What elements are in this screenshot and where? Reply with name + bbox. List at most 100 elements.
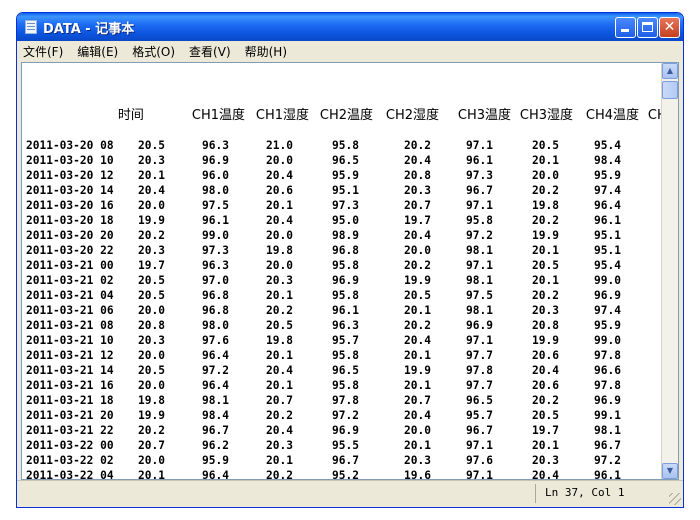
cell-ch4-humidity: 95.9 bbox=[594, 319, 621, 332]
cell-ch3-temp: 20.0 bbox=[404, 424, 431, 437]
cell-time: 2011-03-21 20 bbox=[26, 409, 114, 422]
cell-ch3-temp: 19.9 bbox=[404, 364, 431, 377]
cell-ch4-humidity: 98.4 bbox=[594, 154, 621, 167]
cell-ch3-temp: 20.2 bbox=[404, 259, 431, 272]
cell-ch2-temp: 20.6 bbox=[266, 184, 293, 197]
cell-time: 2011-03-20 22 bbox=[26, 244, 114, 257]
minimize-button[interactable] bbox=[615, 17, 636, 38]
cell-ch4-temp: 20.0 bbox=[532, 169, 559, 182]
table-row: 2011-03-21 04 20.5 96.8 20.1 95.8 20.5 97.5 20.… bbox=[26, 288, 656, 303]
cell-ch3-temp: 20.5 bbox=[404, 289, 431, 302]
cell-ch2-humidity: 96.1 bbox=[332, 304, 359, 317]
cell-ch2-humidity: 95.8 bbox=[332, 349, 359, 362]
cell-ch2-temp: 19.8 bbox=[266, 334, 293, 347]
text-editor[interactable]: 时间CH1温度CH1湿度CH2温度CH2湿度CH3温度CH3湿度CH4温度CH4… bbox=[21, 62, 679, 480]
menu-help[interactable]: 帮助(H) bbox=[245, 43, 287, 60]
cell-time: 2011-03-20 14 bbox=[26, 184, 114, 197]
cell-ch3-temp: 20.1 bbox=[404, 379, 431, 392]
cell-ch3-temp: 20.1 bbox=[404, 304, 431, 317]
cell-ch3-humidity: 96.5 bbox=[466, 394, 493, 407]
header-ch4-temp: CH4温度 bbox=[585, 108, 640, 123]
cell-ch2-humidity: 96.3 bbox=[332, 319, 359, 332]
cell-ch2-temp: 20.1 bbox=[266, 454, 293, 467]
cell-ch2-humidity: 95.0 bbox=[332, 214, 359, 227]
cell-ch3-temp: 20.4 bbox=[404, 409, 431, 422]
cell-ch1-temp: 20.0 bbox=[138, 199, 165, 212]
menu-file[interactable]: 文件(F) bbox=[23, 43, 63, 60]
menu-bar: 文件(F) 编辑(E) 格式(O) 查看(V) 帮助(H) bbox=[17, 41, 683, 61]
cell-ch2-temp: 20.0 bbox=[266, 259, 293, 272]
scroll-up-button[interactable]: ▲ bbox=[662, 63, 678, 79]
cell-ch4-temp: 19.9 bbox=[532, 229, 559, 242]
cell-ch4-humidity: 95.1 bbox=[594, 244, 621, 257]
cell-ch2-humidity: 96.5 bbox=[332, 364, 359, 377]
cell-ch3-humidity: 97.1 bbox=[466, 259, 493, 272]
cell-ch2-humidity: 97.3 bbox=[332, 199, 359, 212]
cell-ch1-temp: 20.2 bbox=[138, 424, 165, 437]
table-row: 2011-03-20 12 20.1 96.0 20.4 95.9 20.8 97.3 20.… bbox=[26, 168, 656, 183]
cell-ch3-temp: 20.4 bbox=[404, 229, 431, 242]
cell-ch2-temp: 20.4 bbox=[266, 364, 293, 377]
maximize-button[interactable] bbox=[637, 17, 658, 38]
title-bar[interactable]: DATA - 记事本 ✕ bbox=[17, 13, 683, 41]
cell-ch4-temp: 19.9 bbox=[532, 334, 559, 347]
cell-ch1-temp: 20.2 bbox=[138, 229, 165, 242]
vertical-scrollbar[interactable]: ▲ ▼ bbox=[661, 63, 678, 479]
cell-ch2-temp: 20.4 bbox=[266, 169, 293, 182]
table-row: 2011-03-20 16 20.0 97.5 20.1 97.3 20.7 97.1 19.… bbox=[26, 198, 656, 213]
cell-ch1-humidity: 99.0 bbox=[202, 229, 229, 242]
cell-ch2-temp: 20.0 bbox=[266, 229, 293, 242]
cell-ch1-humidity: 98.0 bbox=[202, 319, 229, 332]
cell-ch2-humidity: 95.2 bbox=[332, 469, 359, 480]
cell-ch3-humidity: 97.6 bbox=[466, 454, 493, 467]
window-title: DATA - 记事本 bbox=[43, 22, 135, 37]
table-row: 2011-03-21 08 20.8 98.0 20.5 96.3 20.2 96.9 20.… bbox=[26, 318, 656, 333]
cell-ch2-humidity: 95.8 bbox=[332, 139, 359, 152]
cell-ch2-temp: 20.5 bbox=[266, 319, 293, 332]
cell-ch3-humidity: 97.7 bbox=[466, 349, 493, 362]
cell-ch2-humidity: 96.9 bbox=[332, 424, 359, 437]
cell-ch4-temp: 20.1 bbox=[532, 154, 559, 167]
cell-ch1-humidity: 98.0 bbox=[202, 184, 229, 197]
menu-edit[interactable]: 编辑(E) bbox=[77, 43, 118, 60]
cell-ch3-humidity: 96.9 bbox=[466, 319, 493, 332]
cell-ch4-temp: 20.1 bbox=[532, 244, 559, 257]
cell-ch4-temp: 20.8 bbox=[532, 319, 559, 332]
cell-ch4-humidity: 97.8 bbox=[594, 349, 621, 362]
scroll-thumb[interactable] bbox=[662, 81, 678, 99]
cell-ch1-humidity: 97.6 bbox=[202, 334, 229, 347]
cell-ch3-humidity: 98.1 bbox=[466, 304, 493, 317]
cell-ch1-temp: 20.5 bbox=[138, 364, 165, 377]
cell-ch4-humidity: 96.9 bbox=[594, 289, 621, 302]
cell-ch1-temp: 20.0 bbox=[138, 304, 165, 317]
cell-ch2-humidity: 96.7 bbox=[332, 454, 359, 467]
scroll-down-button[interactable]: ▼ bbox=[662, 463, 678, 479]
cell-ch4-temp: 20.2 bbox=[532, 214, 559, 227]
table-row: 2011-03-21 12 20.0 96.4 20.1 95.8 20.1 97.7 20.… bbox=[26, 348, 656, 363]
text-content[interactable]: 时间CH1温度CH1湿度CH2温度CH2湿度CH3温度CH3湿度CH4温度CH4… bbox=[26, 63, 678, 480]
cell-ch3-temp: 20.7 bbox=[404, 394, 431, 407]
cell-ch4-temp: 20.1 bbox=[532, 274, 559, 287]
cell-ch1-temp: 20.5 bbox=[138, 274, 165, 287]
cell-ch2-temp: 19.8 bbox=[266, 244, 293, 257]
cell-ch2-temp: 20.1 bbox=[266, 199, 293, 212]
cell-ch2-humidity: 97.8 bbox=[332, 394, 359, 407]
cell-ch3-humidity: 97.1 bbox=[466, 469, 493, 480]
cell-ch4-humidity: 97.2 bbox=[594, 454, 621, 467]
cell-ch2-temp: 20.3 bbox=[266, 274, 293, 287]
table-row: 2011-03-20 22 20.3 97.3 19.8 96.8 20.0 98.1 20.… bbox=[26, 243, 656, 258]
menu-format[interactable]: 格式(O) bbox=[132, 43, 175, 60]
cell-ch1-humidity: 96.7 bbox=[202, 424, 229, 437]
cell-ch4-humidity: 95.4 bbox=[594, 139, 621, 152]
cell-time: 2011-03-20 08 bbox=[26, 139, 114, 152]
cell-ch1-humidity: 96.2 bbox=[202, 439, 229, 452]
cell-time: 2011-03-21 14 bbox=[26, 364, 114, 377]
cell-ch4-humidity: 99.0 bbox=[594, 334, 621, 347]
close-button[interactable]: ✕ bbox=[659, 17, 680, 38]
status-divider bbox=[535, 484, 536, 503]
menu-view[interactable]: 查看(V) bbox=[189, 43, 231, 60]
table-row: 2011-03-22 00 20.7 96.2 20.3 95.5 20.1 97.1 20.… bbox=[26, 438, 656, 453]
header-ch2-temp: CH2温度 bbox=[319, 108, 374, 123]
cell-ch3-temp: 19.7 bbox=[404, 214, 431, 227]
resize-grip-icon[interactable] bbox=[669, 493, 681, 505]
